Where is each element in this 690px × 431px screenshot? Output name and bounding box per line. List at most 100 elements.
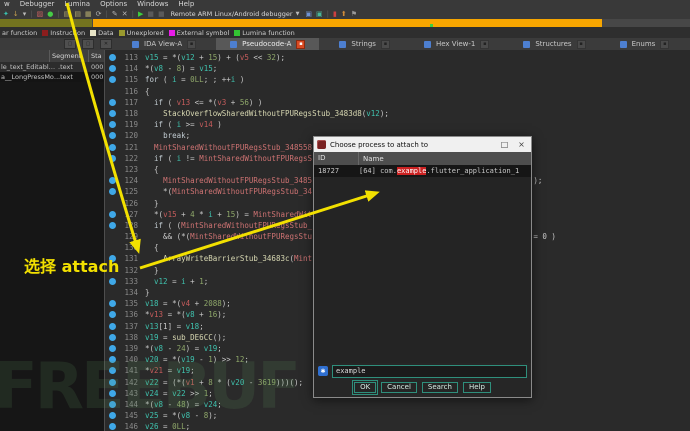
- tab-close-icon[interactable]: ▪: [660, 39, 670, 49]
- save-as-icon[interactable]: ▤: [74, 10, 81, 18]
- code-line-114[interactable]: 114 *(v8 - 8) = v15;: [105, 63, 690, 74]
- jump-down-icon[interactable]: ↓: [13, 10, 19, 18]
- tab-close-icon[interactable]: ▪: [576, 39, 586, 49]
- tab-strings[interactable]: Strings ▪: [325, 38, 404, 50]
- code-line-115[interactable]: 115 for ( i = 0LL; ; ++i ): [105, 74, 690, 85]
- breakpoint-dot[interactable]: [109, 188, 116, 196]
- tab-enums[interactable]: Enums ▪: [606, 38, 684, 50]
- code-line-146[interactable]: 146 v26 = 0LL;: [105, 421, 690, 431]
- edit-icon[interactable]: ✎: [112, 10, 118, 18]
- record-icon[interactable]: ●: [47, 10, 53, 18]
- menu-item-debugger[interactable]: Debugger: [20, 0, 55, 9]
- image-icon[interactable]: ▨: [37, 10, 44, 18]
- navband-right[interactable]: [602, 19, 690, 27]
- tab-close-icon[interactable]: ▪: [480, 39, 490, 49]
- breakpoint-dot[interactable]: [109, 154, 116, 162]
- code-line-119[interactable]: 119 if ( i >= v14 ): [105, 119, 690, 130]
- breakpoint-dot[interactable]: [109, 333, 116, 341]
- column-header-name[interactable]: Name: [359, 155, 384, 163]
- window-close-icon[interactable]: ✕: [100, 39, 112, 49]
- breakpoint-dot[interactable]: [109, 65, 116, 73]
- breakpoint-dot[interactable]: [109, 177, 116, 185]
- function-row[interactable]: a__LongPressMo… .text 000: [0, 72, 104, 82]
- view-select-icon[interactable]: ▾: [23, 10, 27, 18]
- breakpoint-dot[interactable]: [109, 389, 116, 397]
- breakpoint-dot[interactable]: [109, 412, 116, 420]
- menu-item-lumina[interactable]: Lumina: [64, 0, 90, 9]
- breakpoint-dot[interactable]: [109, 356, 116, 364]
- search-button[interactable]: Search: [421, 381, 458, 393]
- close-icon[interactable]: ×: [515, 140, 528, 149]
- column-header-id[interactable]: ID: [314, 152, 359, 165]
- process-row[interactable]: 18727 [64] com.example.flutter_applicati…: [314, 165, 531, 177]
- column-header-start[interactable]: Sta: [91, 52, 102, 60]
- breakpoint-dot[interactable]: [109, 300, 116, 308]
- tab-structures[interactable]: Structures ▪: [509, 38, 599, 50]
- breakpoint-dot[interactable]: [109, 132, 116, 140]
- code-token: v8: [154, 343, 164, 353]
- export-icon[interactable]: ▦: [85, 10, 92, 18]
- tab-hex-view-1[interactable]: Hex View-1 ▪: [410, 38, 503, 50]
- process-list[interactable]: [314, 177, 531, 363]
- breakpoint-icon[interactable]: ▮: [333, 10, 337, 18]
- menu-item-options[interactable]: Options: [100, 0, 127, 9]
- breakpoint-dot[interactable]: [109, 143, 116, 151]
- functions-panel-header[interactable]: Segment Sta: [0, 50, 104, 62]
- modules-icon[interactable]: ▣: [316, 10, 323, 18]
- help-button[interactable]: Help: [462, 381, 491, 393]
- debugger-select[interactable]: Remote ARM Linux/Android debugger ▼: [169, 10, 302, 18]
- code-line-117[interactable]: 117 if ( v13 <= *(v3 + 56) ): [105, 97, 690, 108]
- ok-button[interactable]: OK: [352, 379, 379, 395]
- breakpoint-dot[interactable]: [109, 221, 116, 229]
- code-token: MintSharedWithoutFPURegsStu: [190, 232, 313, 242]
- tool-icon[interactable]: ✦: [3, 10, 9, 18]
- breakpoint-dot[interactable]: [109, 400, 116, 408]
- tab-ida-view-a[interactable]: IDA View-A ▪: [118, 38, 210, 50]
- tab-pseudocode-a[interactable]: Pseudocode-A ▪: [216, 38, 320, 50]
- cancel-icon[interactable]: ✕: [122, 10, 128, 18]
- breakpoint-dot[interactable]: [109, 210, 116, 218]
- attach-process-icon[interactable]: ■: [158, 10, 165, 18]
- dialog-titlebar[interactable]: Choose process to attach to □ ×: [314, 137, 531, 152]
- breakpoint-dot[interactable]: [109, 76, 116, 84]
- tab-close-icon[interactable]: ▪: [296, 39, 306, 49]
- breakpoint-dot[interactable]: [109, 344, 116, 352]
- thread-icon[interactable]: ▣: [305, 10, 312, 18]
- function-row[interactable]: le_text_Editabl… .text 000: [0, 62, 104, 72]
- navband-progress[interactable]: [93, 19, 602, 27]
- code-line-144[interactable]: 144 *(v8 - 48) = v24;: [105, 399, 690, 410]
- tab-close-icon[interactable]: ▪: [380, 39, 390, 49]
- step-into-icon[interactable]: ⬆: [341, 10, 347, 18]
- code-line-113[interactable]: 113 v15 = *(v12 + 15) + (v5 << 32);: [105, 52, 690, 63]
- code-line-116[interactable]: 116 {: [105, 86, 690, 97]
- breakpoint-dot[interactable]: [109, 54, 116, 62]
- code-line-145[interactable]: 145 v25 = *(v8 - 8);: [105, 410, 690, 421]
- navigator-band[interactable]: [0, 19, 690, 27]
- breakpoint-dot[interactable]: [109, 367, 116, 375]
- menu-item-help[interactable]: Help: [178, 0, 194, 9]
- refresh-icon[interactable]: ⟳: [96, 10, 102, 18]
- filter-input[interactable]: [332, 364, 527, 378]
- start-process-icon[interactable]: ▶: [138, 10, 143, 18]
- breakpoint-dot[interactable]: [109, 322, 116, 330]
- maximize-icon[interactable]: □: [498, 140, 511, 149]
- window-button-icon[interactable]: ▢: [64, 39, 76, 49]
- navband-left[interactable]: [0, 19, 92, 27]
- save-icon[interactable]: ▤: [64, 10, 71, 18]
- cancel-button[interactable]: Cancel: [381, 381, 417, 393]
- breakpoint-dot[interactable]: [109, 378, 116, 386]
- breakpoint-dot[interactable]: [109, 110, 116, 118]
- column-header-segment[interactable]: Segment: [52, 52, 81, 60]
- menu-item-windows[interactable]: Windows: [137, 0, 168, 9]
- run-to-icon[interactable]: ⚑: [351, 10, 357, 18]
- breakpoint-dot[interactable]: [109, 277, 116, 285]
- breakpoint-dot[interactable]: [109, 121, 116, 129]
- stop-process-icon[interactable]: ■: [147, 10, 154, 18]
- breakpoint-dot[interactable]: [109, 311, 116, 319]
- window-button-icon[interactable]: ▢: [82, 39, 94, 49]
- code-line-118[interactable]: 118 StackOverflowSharedWithoutFPURegsStu…: [105, 108, 690, 119]
- breakpoint-dot[interactable]: [109, 423, 116, 431]
- breakpoint-dot[interactable]: [109, 98, 116, 106]
- tab-close-icon[interactable]: ▪: [187, 39, 197, 49]
- menu-item-w[interactable]: w: [4, 0, 10, 9]
